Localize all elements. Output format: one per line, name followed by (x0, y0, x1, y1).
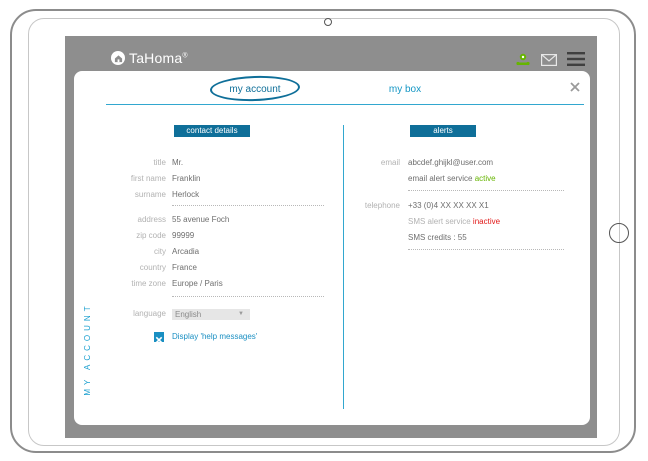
chevron-down-icon: ▼ (238, 311, 244, 317)
close-button[interactable] (570, 79, 580, 97)
field-telephone: telephone (364, 201, 400, 210)
house-icon (111, 51, 125, 65)
tab-my-account[interactable]: my account (195, 84, 315, 95)
camera-icon (324, 18, 332, 26)
app-screen: TaHoma® my account my box MY ACCOUNT con… (65, 36, 597, 438)
divider (408, 190, 564, 191)
field-country: country (139, 263, 166, 272)
field-address: address (137, 215, 166, 224)
close-icon (570, 82, 580, 92)
tab-my-box[interactable]: my box (345, 84, 465, 95)
app-name: TaHoma® (129, 50, 188, 66)
contact-details-header: contact details (174, 125, 250, 137)
checkbox-checked-icon (155, 336, 163, 344)
divider (172, 296, 324, 297)
home-button[interactable] (609, 223, 629, 243)
email-alert-status[interactable]: active (475, 174, 496, 183)
field-time-zone: time zone (131, 279, 166, 288)
field-city: city (154, 247, 166, 256)
field-surname: surname (134, 190, 166, 199)
field-first-name: first name (130, 174, 166, 183)
sms-alert-status[interactable]: inactive (473, 217, 500, 226)
user-avatar-icon[interactable] (515, 52, 531, 71)
sms-alert-service: SMS alert service inactive (408, 217, 501, 226)
sms-credits: SMS credits : 55 (408, 233, 467, 242)
field-title: title (153, 158, 166, 167)
field-language: language (133, 309, 166, 318)
divider (408, 249, 564, 250)
mail-icon[interactable] (541, 53, 558, 71)
app-logo[interactable]: TaHoma® (111, 50, 188, 66)
field-email: email (380, 158, 400, 167)
top-bar: TaHoma® (65, 36, 597, 71)
tab-underline (106, 104, 584, 105)
email-alert-service: email alert service active (408, 174, 496, 183)
field-zip-code: zip code (136, 231, 166, 240)
top-bar-actions (515, 52, 585, 71)
account-modal: my account my box MY ACCOUNT contact det… (74, 71, 590, 425)
help-messages-label[interactable]: Display 'help messages' (172, 331, 257, 343)
alerts-header: alerts (410, 125, 476, 137)
menu-icon[interactable] (567, 52, 585, 71)
help-messages-checkbox[interactable] (154, 332, 164, 344)
language-select[interactable]: English ▼ (172, 309, 250, 320)
